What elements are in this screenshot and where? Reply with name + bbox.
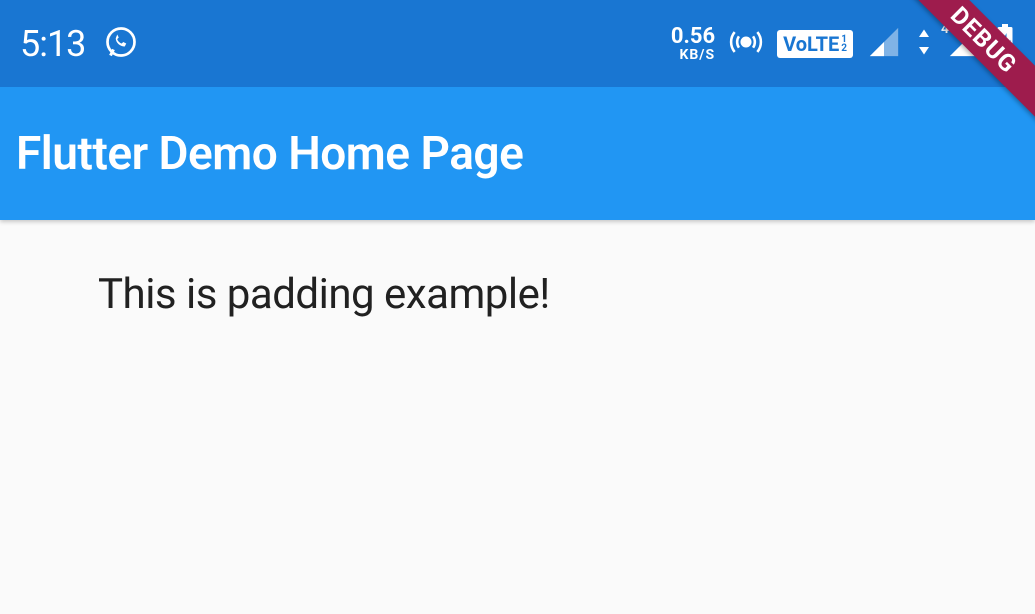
network-speed: 0.56 KB/S bbox=[671, 26, 715, 62]
hotspot-icon bbox=[729, 25, 763, 63]
volte-half: 1 2 bbox=[841, 35, 847, 53]
speed-value: 0.56 bbox=[671, 26, 715, 48]
app-bar-title: Flutter Demo Home Page bbox=[16, 127, 523, 181]
whatsapp-icon bbox=[103, 24, 139, 64]
padding-example-text: This is padding example! bbox=[98, 270, 550, 319]
status-bar: 5:13 0.56 KB/S VoLTE 1 2 bbox=[0, 0, 1035, 87]
body-content: This is padding example! bbox=[0, 220, 1035, 319]
clock-time: 5:13 bbox=[20, 23, 85, 65]
status-left: 5:13 bbox=[20, 23, 139, 65]
app-bar: Flutter Demo Home Page bbox=[0, 87, 1035, 220]
signal-1-icon bbox=[867, 25, 901, 63]
volte-label: VoLTE bbox=[783, 32, 839, 56]
speed-unit: KB/S bbox=[679, 48, 715, 62]
volte-badge: VoLTE 1 2 bbox=[777, 30, 853, 58]
data-activity-icon bbox=[915, 27, 933, 61]
